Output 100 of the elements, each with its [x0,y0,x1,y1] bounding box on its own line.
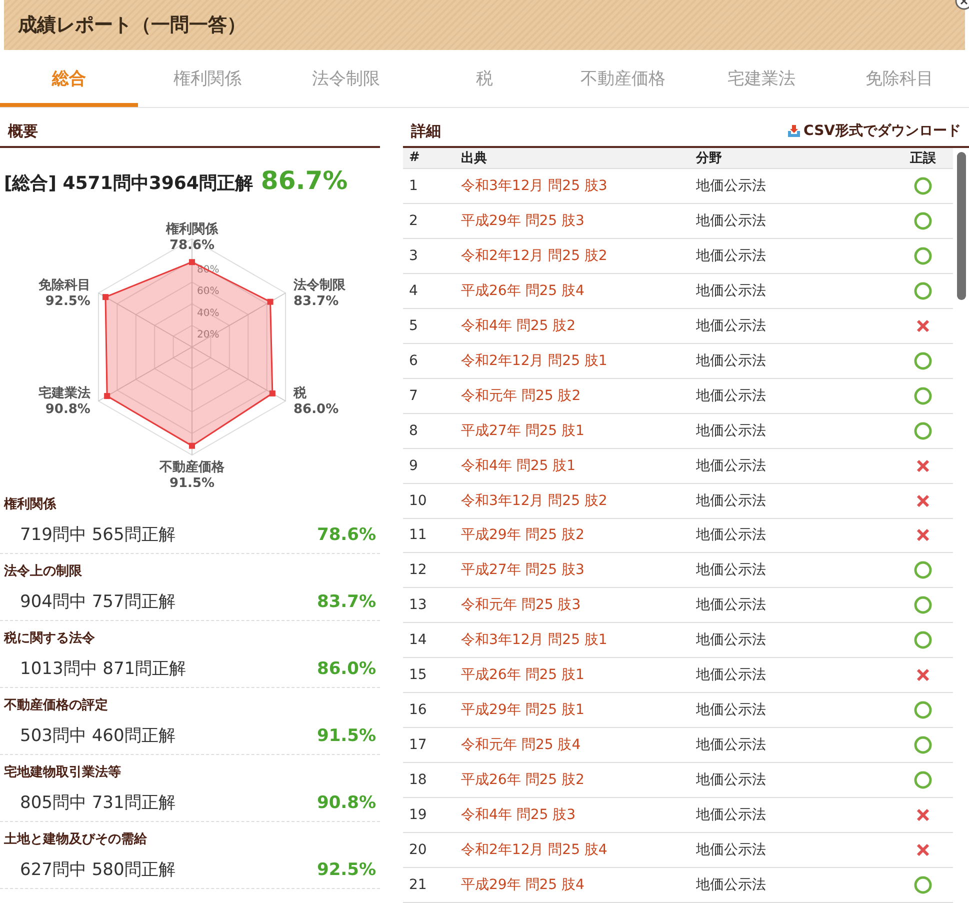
field-cell-text: 地価公示法 [696,492,767,510]
data-point [189,259,195,266]
axis-label: 不動産価格 [160,460,224,475]
source-link[interactable]: 平成27年 問25 肢1 [461,422,584,440]
row-number: 9 [409,458,419,474]
field-cell-text: 地価公示法 [696,246,767,265]
value-label: 78.6% [169,238,215,253]
row-number: 11 [409,527,428,544]
row-number: 19 [409,807,428,824]
value-label: 90.8% [45,402,90,417]
category-name: 税に関する法令 [4,630,96,647]
category-name: 法令上の制限 [4,563,83,580]
row-number: 3 [409,248,419,264]
field-cell-text: 地価公示法 [696,806,767,824]
field-cell-text: 地価公示法 [696,561,767,580]
value-label: 91.5% [169,476,215,487]
row-number: 14 [409,632,428,648]
field-cell-text: 地価公示法 [696,316,767,335]
axis-label: 免除科目 [38,278,90,293]
row-number: 17 [409,737,428,754]
source-link[interactable]: 平成29年 問25 肢4 [461,876,584,894]
total-rate: 86.7% [260,166,348,195]
source-link[interactable]: 令和3年12月 問25 肢3 [461,176,608,195]
source-link[interactable]: 令和4年 問25 肢2 [461,316,576,335]
total-summary: [総合] 4571問中3964問正解 [4,172,253,195]
field-cell-text: 地価公示法 [696,596,767,614]
tab[interactable]: 不動産価格 [554,54,692,107]
axis-label: 税 [294,386,307,401]
source-link[interactable]: 令和2年12月 問25 肢2 [461,246,608,265]
row-number: 15 [409,667,428,684]
field-cell-text: 地価公示法 [696,666,767,684]
tab[interactable]: 総合 [0,54,138,107]
category-name: 不動産価格の評定 [4,696,109,714]
data-point [269,390,276,396]
source-link[interactable]: 平成26年 問25 肢4 [461,282,584,300]
category-stat: 503問中 460問正解 [20,725,176,747]
tab[interactable]: 法令制限 [276,54,416,107]
tab[interactable]: 権利関係 [138,54,277,107]
tab[interactable]: 免除科目 [830,54,969,107]
row-number: 21 [409,877,428,893]
field-cell-text: 地価公示法 [696,876,767,894]
category-stat: 1013問中 871問正解 [20,658,186,680]
section-heading: 詳細 [411,122,441,140]
download-link[interactable]: CSV形式でダウンロード [786,122,961,140]
field-cell-text: 地価公示法 [696,456,767,475]
source-link[interactable]: 平成27年 問25 肢3 [461,561,584,580]
axis-label: 法令制限 [294,278,346,293]
row-number: 7 [409,388,419,404]
source-link[interactable]: 令和2年12月 問25 肢4 [461,841,608,860]
source-link[interactable]: 令和2年12月 問25 肢1 [461,352,608,370]
field-cell-text: 地価公示法 [696,282,767,300]
source-link[interactable]: 平成29年 問25 肢1 [461,701,584,720]
field-cell-text: 地価公示法 [696,631,767,650]
category-rate: 86.0% [317,658,376,678]
download-icon [786,124,801,138]
data-point [102,294,108,300]
category-stat: 719問中 565問正解 [20,524,176,546]
data-point [189,442,195,449]
field-cell-text: 地価公示法 [696,352,767,370]
source-link[interactable]: 令和元年 問25 肢4 [461,736,581,754]
source-link[interactable]: 令和元年 問25 肢3 [461,596,581,614]
source-link[interactable]: 平成29年 問25 肢2 [461,526,584,544]
row-number: 20 [409,842,428,858]
row-number: 2 [409,212,419,229]
row-number: 5 [409,318,419,334]
source-link[interactable]: 令和元年 問25 肢2 [461,386,581,405]
category-stat: 805問中 731問正解 [20,792,176,814]
category-rate: 90.8% [317,792,376,812]
category-name: 宅地建物取引業法等 [4,764,122,781]
category-rate: 83.7% [317,592,376,612]
section-heading: 概要 [8,122,38,140]
tick-label: 40% [197,308,220,319]
field-cell-text: 地価公示法 [696,736,767,754]
field-cell-text: 地価公示法 [696,841,767,860]
scrollbar[interactable] [956,152,966,300]
row-number: 13 [409,597,428,614]
category-rate: 78.6% [317,524,376,544]
data-point [267,298,274,305]
category-name: 権利関係 [4,496,58,513]
source-link[interactable]: 令和4年 問25 肢1 [461,456,576,475]
field-cell-text: 地価公示法 [696,386,767,405]
data-point [104,393,110,400]
tick-label: 60% [197,286,220,298]
category-stat: 627問中 580問正解 [20,859,176,881]
category-name: 土地と建物及びその需給 [4,831,148,848]
row-number: 8 [409,422,419,439]
tab[interactable]: 宅建業法 [692,54,831,107]
tab[interactable]: 税 [415,54,554,107]
source-link[interactable]: 令和4年 問25 肢3 [461,806,576,824]
column-header: 分野 [696,150,723,167]
source-link[interactable]: 令和3年12月 問25 肢2 [461,492,608,510]
source-link[interactable]: 平成26年 問25 肢2 [461,771,584,790]
source-link[interactable]: 令和3年12月 問25 肢1 [461,631,608,650]
row-number: 6 [409,352,419,369]
column-header: 出典 [461,150,488,167]
value-label: 86.0% [294,402,339,417]
source-link[interactable]: 平成29年 問25 肢3 [461,212,584,230]
source-link[interactable]: 平成26年 問25 肢1 [461,666,584,684]
field-cell-text: 地価公示法 [696,526,767,544]
field-cell-text: 地価公示法 [696,701,767,720]
